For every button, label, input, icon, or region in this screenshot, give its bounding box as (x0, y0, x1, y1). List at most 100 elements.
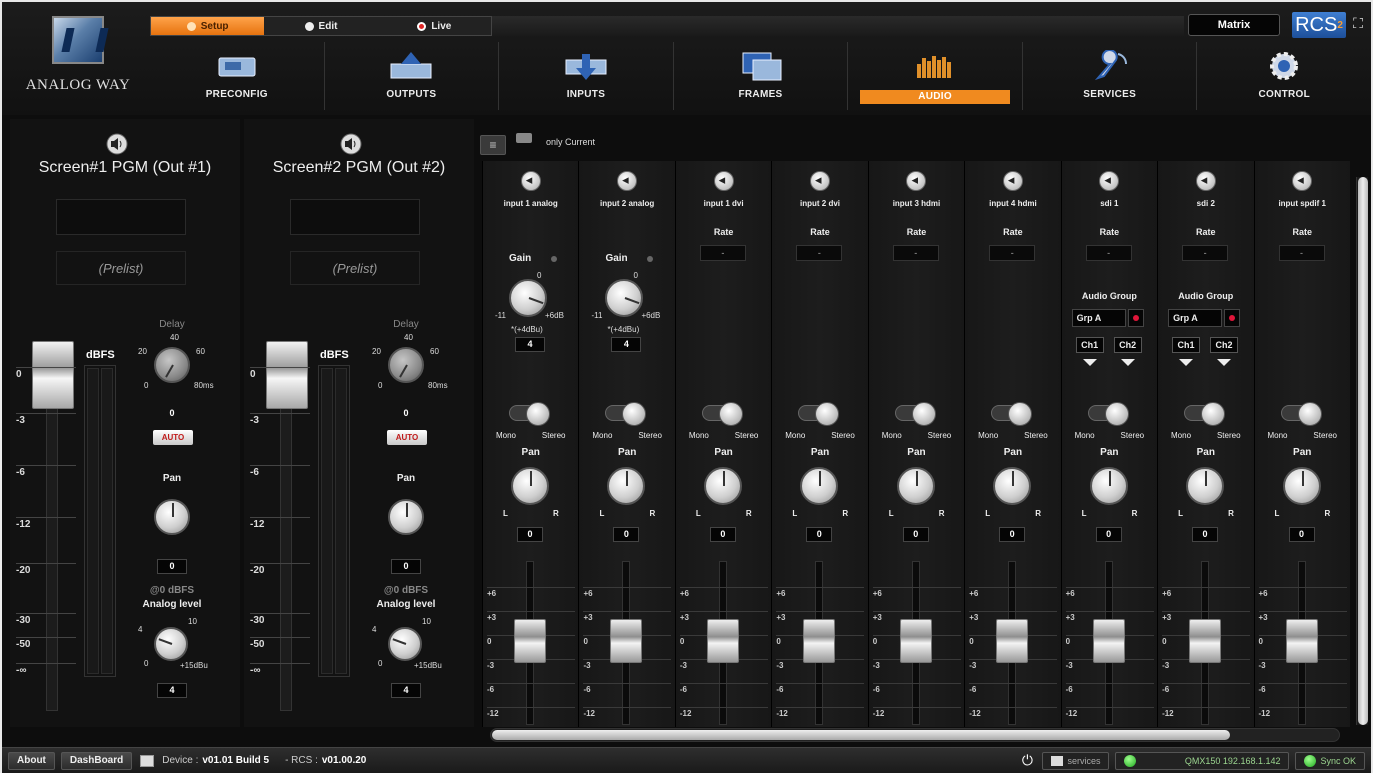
ch2-button[interactable]: Ch2 (1210, 337, 1239, 353)
speaker-icon[interactable] (1195, 171, 1216, 191)
mono-stereo-toggle[interactable] (798, 402, 840, 426)
pan-knob[interactable] (388, 499, 424, 535)
group-led-icon[interactable] (1127, 309, 1144, 327)
nav-frames[interactable]: FRAMES (672, 42, 848, 110)
speaker-icon[interactable] (1292, 171, 1313, 191)
nav-inputs[interactable]: INPUTS (498, 42, 673, 110)
pan-knob[interactable] (511, 467, 549, 505)
audio-group-select[interactable]: Grp A (1071, 309, 1126, 327)
fader-handle[interactable] (1189, 619, 1222, 663)
fullscreen-icon[interactable]: ⛶ (1350, 15, 1366, 33)
ch2-dropdown-icon[interactable] (1120, 359, 1135, 366)
mode-live[interactable]: Live (378, 17, 491, 35)
pan-value[interactable]: 0 (999, 527, 1026, 542)
fader-handle[interactable] (899, 619, 932, 663)
delay-knob[interactable] (154, 347, 190, 383)
gain-value[interactable]: 4 (515, 337, 545, 352)
only-current-checkbox[interactable] (516, 133, 532, 143)
pan-knob[interactable] (1282, 467, 1321, 505)
pan-value[interactable]: 0 (1288, 527, 1315, 542)
mode-setup[interactable]: Setup (151, 17, 265, 35)
pan-value[interactable]: 0 (517, 527, 543, 542)
nav-control[interactable]: CONTROL (1196, 42, 1371, 110)
pan-knob[interactable] (896, 467, 935, 505)
speaker-icon[interactable] (713, 171, 734, 191)
ch1-button[interactable]: Ch1 (1172, 337, 1201, 353)
speaker-icon[interactable] (1002, 171, 1023, 191)
ch1-dropdown-icon[interactable] (1179, 359, 1194, 366)
pan-knob[interactable] (1089, 467, 1128, 505)
ch2-dropdown-icon[interactable] (1217, 359, 1232, 366)
pan-value[interactable]: 0 (1095, 527, 1122, 542)
mono-stereo-toggle[interactable] (509, 402, 550, 426)
delay-knob[interactable] (388, 347, 424, 383)
mono-stereo-toggle[interactable] (605, 402, 647, 426)
services-button[interactable]: services (1042, 752, 1110, 770)
fader-handle[interactable] (514, 619, 546, 663)
pan-value[interactable]: 0 (709, 527, 736, 542)
mono-stereo-toggle[interactable] (1087, 402, 1129, 426)
pan-value[interactable]: 0 (1192, 527, 1219, 542)
mono-stereo-toggle[interactable] (894, 402, 936, 426)
auto-button[interactable]: AUTO (153, 430, 193, 445)
dashboard-button[interactable]: DashBoard (60, 751, 133, 770)
mono-stereo-toggle[interactable] (701, 402, 743, 426)
pan-value[interactable]: 0 (391, 559, 421, 574)
fader-handle[interactable] (996, 619, 1029, 663)
speaker-icon[interactable] (1099, 171, 1120, 191)
master-prelist: (Prelist) (290, 251, 420, 285)
matrix-button[interactable]: Matrix (1188, 14, 1280, 36)
speaker-icon[interactable] (340, 133, 362, 155)
nav-audio[interactable]: AUDIO (847, 42, 1022, 110)
pan-knob[interactable] (800, 467, 839, 505)
analog-level-knob[interactable] (154, 627, 188, 661)
ch2-button[interactable]: Ch2 (1113, 337, 1142, 353)
horizontal-scrollbar[interactable] (490, 728, 1340, 742)
vertical-scrollbar[interactable] (1356, 177, 1368, 725)
horizontal-scroll-thumb[interactable] (492, 730, 1230, 740)
pan-value[interactable]: 0 (613, 527, 640, 542)
list-view-button[interactable]: ≡ (480, 135, 506, 155)
pan-knob[interactable] (607, 467, 646, 505)
mono-stereo-toggle[interactable] (1184, 402, 1226, 426)
pan-knob[interactable] (154, 499, 190, 535)
gain-knob[interactable] (509, 279, 547, 317)
auto-button[interactable]: AUTO (387, 430, 427, 445)
speaker-icon[interactable] (106, 133, 128, 155)
fader-handle[interactable] (803, 619, 836, 663)
analog-level-knob[interactable] (388, 627, 422, 661)
fader-handle[interactable] (706, 619, 739, 663)
about-button[interactable]: About (8, 751, 55, 770)
nav-outputs[interactable]: OUTPUTS (323, 42, 499, 110)
mode-edit[interactable]: Edit (264, 17, 377, 35)
group-led-icon[interactable] (1224, 309, 1241, 327)
speaker-icon[interactable] (810, 171, 831, 191)
pan-value[interactable]: 0 (902, 527, 929, 542)
pan-knob[interactable] (993, 467, 1032, 505)
pan-value[interactable]: 0 (157, 559, 187, 574)
mono-stereo-toggle[interactable] (1280, 402, 1322, 426)
fader-handle[interactable] (1285, 619, 1318, 663)
pan-value[interactable]: 0 (806, 527, 833, 542)
pan-knob[interactable] (703, 467, 742, 505)
ruler-tick: +6 (1258, 587, 1347, 598)
speaker-icon[interactable] (520, 171, 541, 191)
ch1-dropdown-icon[interactable] (1082, 359, 1097, 366)
fader-handle[interactable] (1092, 619, 1125, 663)
fader-handle[interactable] (610, 619, 643, 663)
mono-stereo-toggle[interactable] (991, 402, 1033, 426)
gain-knob[interactable] (605, 279, 644, 317)
analog-level-value[interactable]: 4 (157, 683, 187, 698)
speaker-icon[interactable] (906, 171, 927, 191)
analog-level-value[interactable]: 4 (391, 683, 421, 698)
ch1-button[interactable]: Ch1 (1075, 337, 1104, 353)
pan-knob[interactable] (1186, 467, 1225, 505)
nav-preconfig[interactable]: PRECONFIG (150, 42, 324, 110)
device-connection[interactable]: QMX150 192.168.1.142 (1115, 752, 1290, 770)
vertical-scroll-thumb[interactable] (1358, 177, 1368, 725)
audio-group-select[interactable]: Grp A (1168, 309, 1223, 327)
gain-value[interactable]: 4 (611, 337, 642, 352)
nav-services[interactable]: SERVICES (1021, 42, 1197, 110)
power-icon[interactable]: ⏻ (1018, 752, 1036, 770)
speaker-icon[interactable] (617, 171, 638, 191)
